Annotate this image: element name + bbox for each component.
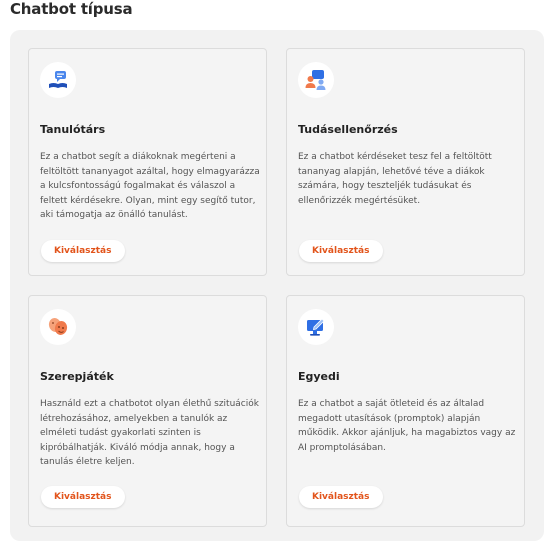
select-button[interactable]: Kiválasztás	[41, 486, 125, 508]
select-button[interactable]: Kiválasztás	[299, 486, 383, 508]
card-title: Szerepjáték	[40, 370, 114, 383]
select-button[interactable]: Kiválasztás	[299, 240, 383, 262]
select-button[interactable]: Kiválasztás	[41, 240, 125, 262]
chatbot-type-card-szerepjatek[interactable]: Szerepjáték Használd ezt a chatbotot oly…	[28, 295, 267, 527]
card-description: Ez a chatbot segít a diákoknak megérteni…	[40, 152, 260, 220]
card-title: Tanulótárs	[40, 123, 106, 136]
chatbot-type-card-tudasellenorzes[interactable]: Tudásellenőrzés Ez a chatbot kérdéseket …	[286, 48, 525, 276]
custom-edit-monitor-icon	[298, 309, 334, 345]
card-title: Tudásellenőrzés	[298, 123, 398, 136]
card-description: Ez a chatbot a saját ötleteid és az álta…	[298, 399, 516, 453]
section-title: Chatbot típusa	[10, 0, 133, 18]
theater-masks-icon	[40, 309, 76, 345]
chatbot-type-card-egyedi[interactable]: Egyedi Ez a chatbot a saját ötleteid és …	[286, 295, 525, 527]
chatbot-type-card-tanulotars[interactable]: Tanulótárs Ez a chatbot segít a diákokna…	[28, 48, 267, 276]
card-title: Egyedi	[298, 370, 340, 383]
book-chat-icon	[40, 62, 76, 98]
card-description: Használd ezt a chatbotot olyan élethű sz…	[40, 399, 259, 467]
card-description: Ez a chatbot kérdéseket tesz fel a feltö…	[298, 152, 492, 206]
quiz-users-icon	[298, 62, 334, 98]
